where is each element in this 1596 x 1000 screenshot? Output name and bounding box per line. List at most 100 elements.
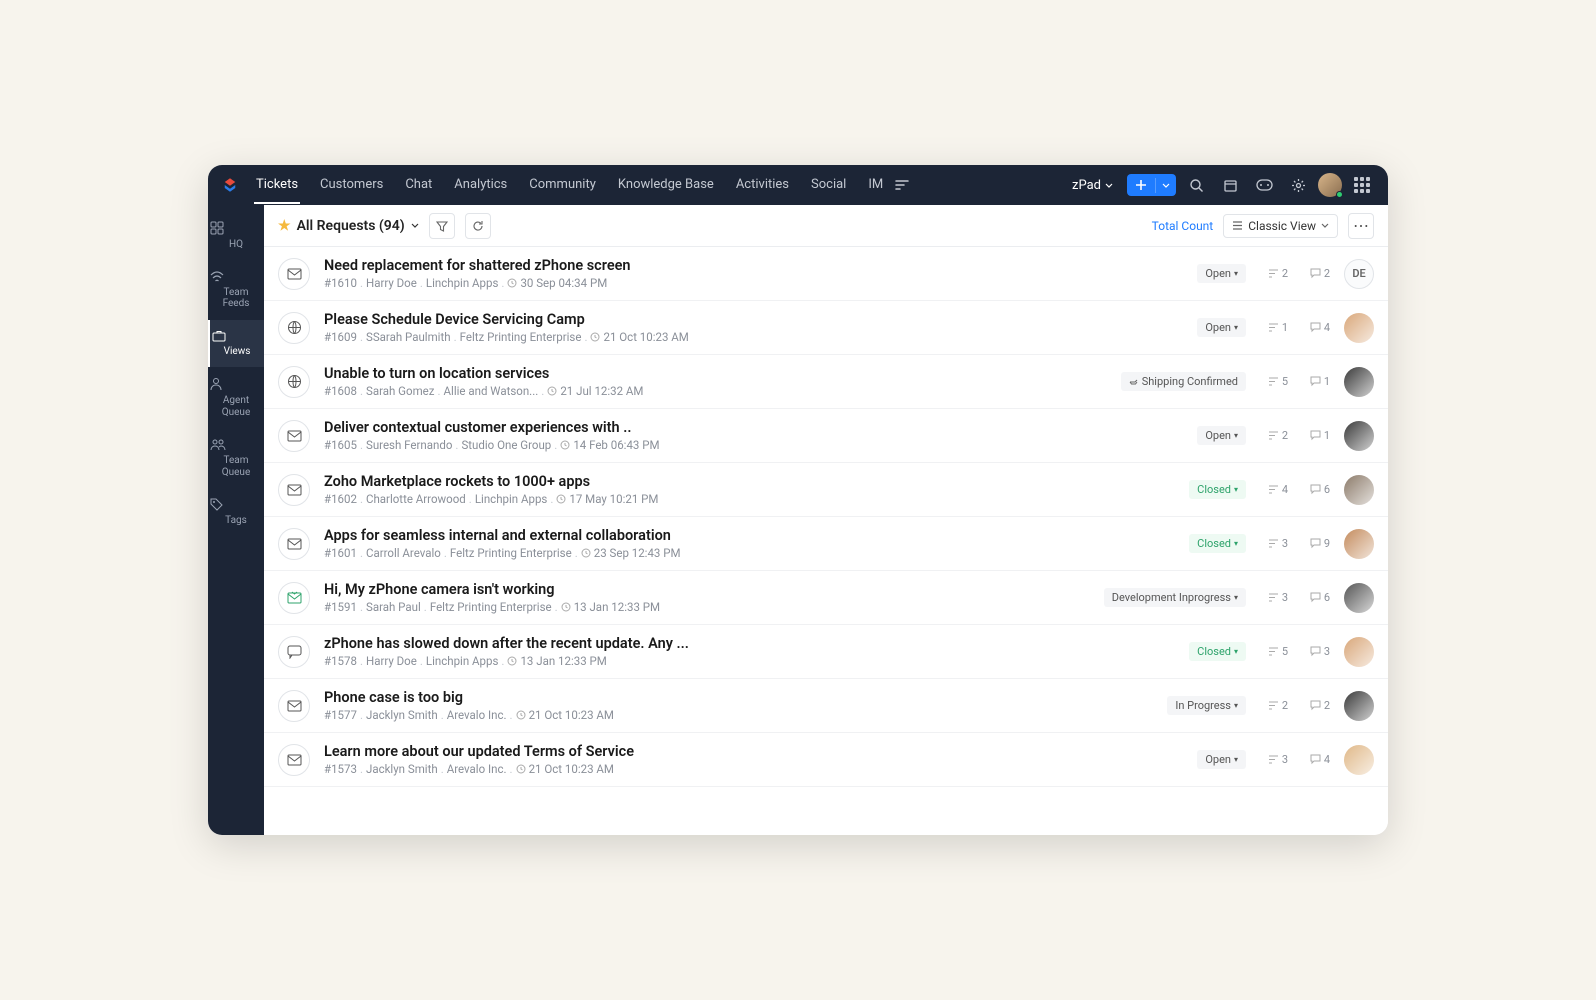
comment-count: 1 — [1302, 375, 1330, 388]
status-pill[interactable]: Open▾ — [1197, 318, 1246, 337]
ticket-row[interactable]: Phone case is too big#1577.Jacklyn Smith… — [264, 679, 1388, 733]
ticket-content: Learn more about our updated Terms of Se… — [324, 743, 1183, 776]
add-dropdown[interactable] — [1155, 178, 1176, 193]
view-selector[interactable]: ★ All Requests (94) — [278, 218, 419, 234]
status-pill[interactable]: Development Inprogress▾ — [1104, 588, 1246, 607]
ticket-title: Hi, My zPhone camera isn't working — [324, 581, 1090, 598]
nav-tab-knowledge-base[interactable]: Knowledge Base — [616, 167, 716, 204]
ticket-account: Feltz Printing Enterprise — [460, 330, 582, 344]
more-button[interactable]: ⋯ — [1348, 213, 1374, 239]
comment-count: 4 — [1302, 753, 1330, 766]
ticket-title: Please Schedule Device Servicing Camp — [324, 311, 1183, 328]
sidebar-item-hq[interactable]: HQ — [208, 211, 264, 261]
assignee-avatar[interactable] — [1344, 745, 1374, 775]
activity-count: 4 — [1260, 483, 1288, 496]
ticket-contact: SSarah Paulmith — [366, 330, 451, 344]
refresh-button[interactable] — [465, 213, 491, 239]
ticket-contact: Sarah Paul — [366, 600, 421, 614]
ticket-content: zPhone has slowed down after the recent … — [324, 635, 1175, 668]
ticket-row[interactable]: Hi, My zPhone camera isn't working#1591.… — [264, 571, 1388, 625]
ticket-row[interactable]: Please Schedule Device Servicing Camp #16… — [264, 301, 1388, 355]
ticket-time: 21 Oct 10:23 AM — [529, 708, 614, 722]
sidebar-item-views[interactable]: Views — [208, 320, 264, 368]
assignee-avatar[interactable] — [1344, 421, 1374, 451]
email-in-channel-icon — [278, 582, 310, 614]
nav-tab-activities[interactable]: Activities — [734, 167, 791, 204]
ticket-row[interactable]: Need replacement for shattered zPhone sc… — [264, 247, 1388, 301]
sidebar-item-agent-queue[interactable]: AgentQueue — [208, 367, 264, 428]
nav-tab-community[interactable]: Community — [527, 167, 598, 204]
notification-icon[interactable] — [1216, 171, 1244, 199]
ticket-meta: #1602.Charlotte Arrowood.Linchpin Apps. … — [324, 492, 1175, 506]
assignee-avatar[interactable] — [1344, 691, 1374, 721]
status-pill[interactable]: Open▾ — [1197, 750, 1246, 769]
ticket-time: 14 Feb 06:43 PM — [573, 438, 659, 452]
ticket-meta: #1608.Sarah Gomez.Allie and Watson.... 2… — [324, 384, 1107, 398]
status-pill[interactable]: Closed▾ — [1189, 534, 1246, 553]
assignee-avatar[interactable] — [1344, 583, 1374, 613]
ticket-row[interactable]: Apps for seamless internal and external … — [264, 517, 1388, 571]
ticket-meta: #1578.Harry Doe.Linchpin Apps. 13 Jan 12… — [324, 654, 1175, 668]
ticket-row[interactable]: Learn more about our updated Terms of Se… — [264, 733, 1388, 787]
sidebar-item-team-queue[interactable]: TeamQueue — [208, 428, 264, 488]
ticket-row[interactable]: zPhone has slowed down after the recent … — [264, 625, 1388, 679]
ticket-id: #1573 — [324, 762, 357, 776]
status-pill[interactable]: Closed▾ — [1189, 642, 1246, 661]
status-pill[interactable]: Shipping Confirmed — [1121, 372, 1246, 391]
department-selector[interactable]: zPad — [1064, 174, 1121, 197]
status-pill[interactable]: Open▾ — [1197, 426, 1246, 445]
ticket-meta: #1609.SSarah Paulmith.Feltz Printing Ent… — [324, 330, 1183, 344]
star-icon: ★ — [278, 218, 291, 234]
ticket-contact: Charlotte Arrowood — [366, 492, 466, 506]
ticket-row[interactable]: Deliver contextual customer experiences … — [264, 409, 1388, 463]
gamification-icon[interactable] — [1250, 171, 1278, 199]
ticket-id: #1609 — [324, 330, 357, 344]
view-mode-label: Classic View — [1248, 219, 1316, 233]
assignee-avatar[interactable] — [1344, 637, 1374, 667]
nav-tab-social[interactable]: Social — [809, 167, 848, 204]
assignee-avatar[interactable] — [1344, 475, 1374, 505]
ticket-content: Deliver contextual customer experiences … — [324, 419, 1183, 452]
assignee-initials[interactable]: DE — [1344, 259, 1374, 289]
activity-count: 5 — [1260, 645, 1288, 658]
assignee-avatar[interactable] — [1344, 367, 1374, 397]
ticket-time: 21 Jul 12:32 AM — [560, 384, 643, 398]
assignee-avatar[interactable] — [1344, 529, 1374, 559]
nav-tab-im[interactable]: IM — [866, 167, 885, 204]
ticket-title: Learn more about our updated Terms of Se… — [324, 743, 1183, 760]
filter-button[interactable] — [429, 213, 455, 239]
briefcase-icon — [212, 330, 262, 342]
nav-tab-tickets[interactable]: Tickets — [254, 167, 300, 204]
status-pill[interactable]: Open▾ — [1197, 264, 1246, 283]
status-pill[interactable]: In Progress▾ — [1167, 696, 1246, 715]
ticket-title: Deliver contextual customer experiences … — [324, 419, 1183, 436]
toolbar: ★ All Requests (94) Total Count Classic … — [264, 205, 1388, 247]
assignee-avatar[interactable] — [1344, 313, 1374, 343]
total-count-link[interactable]: Total Count — [1152, 219, 1214, 233]
settings-icon[interactable] — [1284, 171, 1312, 199]
sidebar-item-team-feeds[interactable]: TeamFeeds — [208, 261, 264, 320]
apps-icon[interactable] — [1348, 171, 1376, 199]
web-channel-icon — [278, 366, 310, 398]
ticket-account: Studio One Group — [461, 438, 551, 452]
add-button[interactable] — [1127, 174, 1176, 196]
nav-overflow-icon[interactable] — [891, 176, 913, 194]
grid-icon — [210, 221, 262, 235]
ticket-time: 23 Sep 12:43 PM — [594, 546, 681, 560]
ticket-id: #1577 — [324, 708, 357, 722]
nav-tab-customers[interactable]: Customers — [318, 167, 385, 204]
ticket-row[interactable]: Zoho Marketplace rockets to 1000+ apps#1… — [264, 463, 1388, 517]
nav-tab-analytics[interactable]: Analytics — [452, 167, 509, 204]
view-mode-selector[interactable]: Classic View — [1223, 214, 1338, 238]
ticket-id: #1608 — [324, 384, 357, 398]
nav-tab-chat[interactable]: Chat — [403, 167, 434, 204]
chat-channel-icon — [278, 636, 310, 668]
sidebar-item-tags[interactable]: Tags — [208, 488, 264, 537]
search-icon[interactable] — [1182, 171, 1210, 199]
ticket-row[interactable]: Unable to turn on location services#1608… — [264, 355, 1388, 409]
user-avatar[interactable] — [1318, 173, 1342, 197]
status-pill[interactable]: Closed▾ — [1189, 480, 1246, 499]
comment-count: 6 — [1302, 483, 1330, 496]
app-logo — [220, 175, 240, 195]
app-window: Tickets Customers Chat Analytics Community Kn… — [208, 165, 1388, 835]
